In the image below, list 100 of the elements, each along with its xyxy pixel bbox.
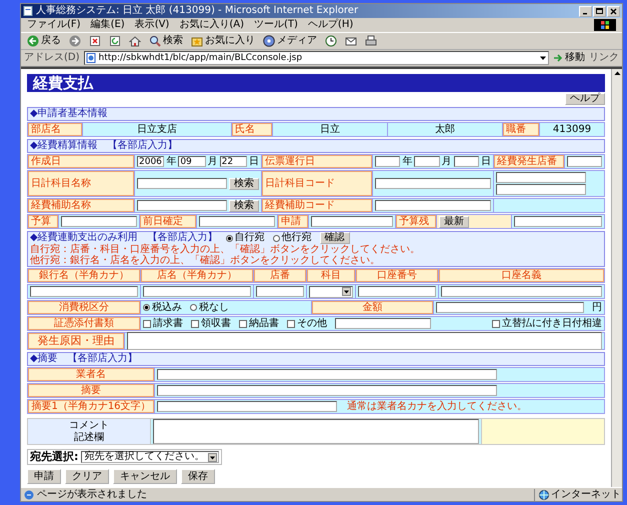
- dropdown[interactable]: [309, 286, 353, 298]
- field-value: 日立: [273, 123, 388, 136]
- print-button[interactable]: [363, 34, 379, 48]
- input-field[interactable]: [496, 172, 586, 183]
- input-field[interactable]: 09: [178, 156, 206, 167]
- home-button[interactable]: [127, 34, 143, 48]
- input-field[interactable]: [199, 216, 275, 227]
- refresh-button[interactable]: [107, 34, 123, 48]
- input-field[interactable]: [137, 178, 227, 189]
- input-field[interactable]: [157, 369, 497, 380]
- form-button[interactable]: 検索: [229, 178, 259, 190]
- recipient-label: 宛先選択:: [30, 451, 78, 463]
- form-button[interactable]: 最新: [439, 216, 469, 228]
- back-arrow-icon: [27, 35, 39, 47]
- field-label: 職番: [502, 123, 539, 136]
- input-field[interactable]: [358, 286, 436, 297]
- input-field[interactable]: [441, 286, 602, 297]
- input-field[interactable]: [514, 216, 602, 227]
- column-header: 口座名義: [439, 269, 604, 282]
- section-title: ◆経費連動支出のみ利用 【各部店入力】: [30, 232, 218, 244]
- stop-button[interactable]: [87, 34, 103, 48]
- field-label: 前日確定: [140, 215, 196, 228]
- input-field[interactable]: [496, 184, 586, 195]
- field-label: 予算残: [396, 215, 436, 228]
- refresh-icon: [109, 35, 121, 47]
- menu-item[interactable]: ファイル(F): [27, 19, 81, 31]
- section-title: ◆経費精算情報 【各部店入力】: [30, 140, 178, 152]
- scrollbar[interactable]: [611, 69, 622, 487]
- field-label: 伝票運行日: [262, 155, 372, 168]
- checkbox[interactable]: 領収書: [191, 318, 231, 330]
- input-field[interactable]: [414, 156, 440, 167]
- action-button[interactable]: 申請: [27, 469, 61, 484]
- menu-item[interactable]: ヘルプ(H): [308, 19, 354, 31]
- address-label: アドレス(D): [24, 52, 80, 64]
- action-button[interactable]: キャンセル: [113, 469, 177, 484]
- forward-button[interactable]: [67, 34, 83, 48]
- form-button[interactable]: 確認: [320, 232, 350, 244]
- field-value: 太郎: [388, 123, 502, 136]
- menu-item[interactable]: お気に入り(A): [179, 19, 244, 31]
- input-field[interactable]: [375, 156, 400, 167]
- input-field[interactable]: [61, 216, 137, 227]
- text-area[interactable]: [127, 332, 602, 350]
- text-area[interactable]: [153, 419, 479, 444]
- action-button[interactable]: 保存: [181, 469, 215, 484]
- media-button[interactable]: メディア: [261, 34, 319, 48]
- unit-label: 月: [208, 156, 218, 168]
- input-field[interactable]: [454, 156, 479, 167]
- printer-icon: [365, 35, 377, 47]
- home-icon: [129, 35, 141, 47]
- menu-item[interactable]: 編集(E): [90, 19, 125, 31]
- checkbox[interactable]: 請求書: [143, 318, 183, 330]
- column-header: 口座番号: [356, 269, 438, 282]
- links-button[interactable]: リンク: [589, 52, 619, 64]
- section-title: ◆申請者基本情報: [30, 108, 108, 120]
- checkbox[interactable]: その他: [287, 318, 327, 330]
- input-field[interactable]: 22: [220, 156, 247, 167]
- input-field[interactable]: [137, 200, 227, 211]
- menu-item[interactable]: ツール(T): [254, 19, 298, 31]
- input-field[interactable]: [567, 156, 602, 167]
- radio-button[interactable]: 税込み: [143, 302, 182, 314]
- maximize-icon: [595, 7, 604, 15]
- menu-item[interactable]: 表示(V): [134, 19, 170, 31]
- status-text: ページが表示されました: [37, 488, 148, 500]
- checkbox[interactable]: 立替払に付き日付相違: [492, 318, 602, 330]
- action-button[interactable]: クリア: [65, 469, 109, 484]
- input-field[interactable]: [256, 286, 304, 297]
- minimize-button[interactable]: [579, 6, 592, 16]
- unit-label: 日: [248, 156, 259, 168]
- clock-icon: [325, 35, 337, 47]
- input-field[interactable]: [375, 200, 491, 211]
- dropdown[interactable]: 宛先を選択してください。: [81, 451, 220, 463]
- input-field[interactable]: [157, 401, 337, 412]
- back-button[interactable]: 戻る: [25, 34, 63, 48]
- input-field[interactable]: [436, 302, 584, 313]
- field-label: 日計科目名称: [28, 171, 134, 196]
- input-field[interactable]: [335, 318, 431, 329]
- instruction-text: 他行宛：銀行名・店名を入力の上、「確認」ボタンをクリックしてください。: [30, 255, 381, 266]
- history-button[interactable]: [323, 34, 339, 48]
- field-label: 金額: [312, 301, 433, 314]
- go-button[interactable]: 移動: [553, 52, 585, 64]
- input-field[interactable]: [143, 286, 251, 297]
- radio-button[interactable]: 税なし: [190, 302, 229, 314]
- unit-label: 月: [442, 156, 452, 168]
- close-button[interactable]: [607, 6, 620, 16]
- radio-button[interactable]: 自行宛: [226, 232, 265, 244]
- favorites-button[interactable]: お気に入り: [189, 34, 257, 48]
- search-button[interactable]: 検索: [147, 34, 185, 48]
- unit-label: 年: [402, 156, 412, 168]
- input-field[interactable]: [375, 178, 491, 189]
- input-field[interactable]: [157, 385, 497, 396]
- checkbox[interactable]: 納品書: [239, 318, 279, 330]
- field-label: 消費税区分: [28, 301, 140, 314]
- radio-button[interactable]: 他行宛: [272, 232, 312, 244]
- input-field[interactable]: [311, 216, 393, 227]
- input-field[interactable]: 2006: [137, 156, 164, 167]
- form-button[interactable]: 検索: [229, 200, 259, 212]
- input-field[interactable]: [30, 286, 138, 297]
- maximize-button[interactable]: [593, 6, 606, 16]
- address-field[interactable]: http://sbkwhdt1/blc/app/main/BLCconsole.jsp: [84, 51, 549, 65]
- help-button[interactable]: ヘルプ: [565, 93, 605, 105]
